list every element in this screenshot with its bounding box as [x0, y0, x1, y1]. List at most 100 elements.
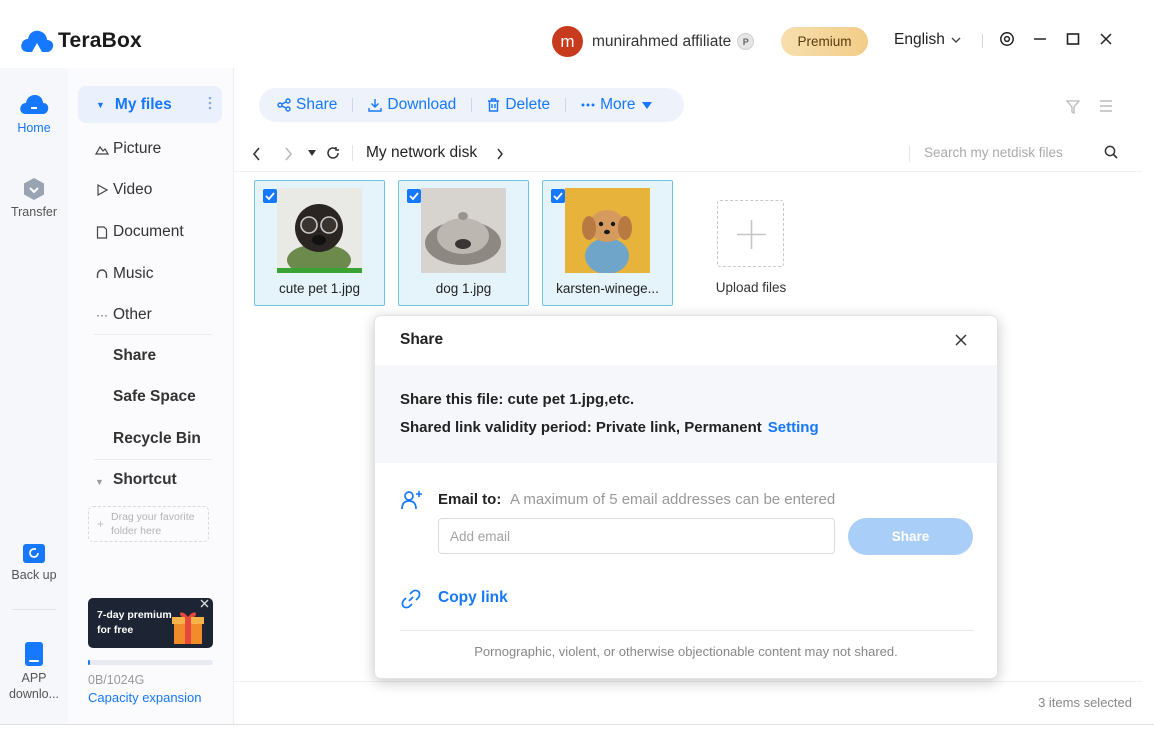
play-icon [97, 184, 109, 196]
back-arrow-icon[interactable] [252, 147, 261, 161]
sidebar-item-video[interactable]: Video [94, 181, 152, 199]
validity-line: Shared link validity period: Private lin… [400, 419, 819, 436]
sidebar-item-other[interactable]: ··· Other [94, 306, 152, 324]
checkmark-icon [553, 192, 563, 201]
file-card[interactable]: dog 1.jpg [398, 180, 529, 306]
rail-transfer[interactable]: Transfer [0, 176, 68, 219]
settings-button[interactable] [998, 30, 1016, 48]
user-menu[interactable]: m munirahmed affiliate P [552, 26, 755, 57]
file-checkbox[interactable] [551, 189, 565, 203]
search-input[interactable] [924, 140, 1104, 164]
sidebar-item-my-files[interactable]: ▼ My files [78, 86, 222, 123]
path-divider [352, 145, 353, 161]
title-divider [982, 34, 983, 48]
maximize-button[interactable] [1064, 30, 1082, 48]
delete-label: Delete [505, 96, 551, 113]
chevron-down-icon [951, 37, 961, 43]
settings-icon [1000, 32, 1014, 46]
rail-backup-label: Back up [11, 568, 57, 582]
phone-icon [25, 642, 43, 666]
username[interactable]: munirahmed affiliate [592, 33, 731, 51]
list-view-icon[interactable] [1099, 100, 1113, 112]
premium-promo-banner[interactable]: 7-day premium for free [88, 598, 213, 648]
file-card[interactable]: karsten-winege... [542, 180, 673, 306]
chevron-right-icon[interactable] [496, 148, 504, 160]
rail-backup[interactable]: Back up [0, 541, 68, 582]
sidebar-item-safe-space[interactable]: Safe Space [113, 388, 196, 406]
promo-line-1: 7-day premium [97, 609, 172, 621]
close-window-button[interactable] [1097, 30, 1115, 48]
minimize-button[interactable] [1031, 30, 1049, 48]
expand-triangle-icon: ▼ [96, 99, 105, 110]
download-label: Download [387, 96, 457, 113]
search-icon[interactable] [1104, 145, 1118, 159]
setting-link[interactable]: Setting [768, 419, 819, 436]
more-button[interactable]: More [581, 96, 657, 114]
vertical-dots-icon[interactable] [208, 96, 212, 110]
file-checkbox[interactable] [407, 189, 421, 203]
file-checkbox[interactable] [263, 189, 277, 203]
toolbar-divider [352, 98, 354, 112]
membership-badge: P [737, 33, 755, 50]
title-bar: TeraBox m munirahmed affiliate P Premium… [0, 0, 1154, 68]
close-dialog-icon[interactable] [955, 334, 967, 346]
shortcut-triangle-icon[interactable]: ▼ [95, 477, 104, 487]
pug-photo-thumbnail [277, 188, 362, 273]
rail-app-download[interactable]: APP downlo... [0, 641, 68, 702]
promo-text: 7-day premium for free [97, 608, 172, 638]
close-promo-icon[interactable] [200, 599, 209, 608]
view-options [1066, 100, 1113, 114]
shortcut-drop-zone[interactable]: + Drag your favorite folder here [88, 506, 209, 542]
capacity-expansion-link[interactable]: Capacity expansion [88, 690, 201, 705]
breadcrumb-current[interactable]: My network disk [366, 144, 477, 162]
upload-files-button[interactable] [717, 200, 784, 267]
avatar[interactable]: m [552, 26, 583, 57]
email-hint: A maximum of 5 email addresses can be en… [510, 491, 836, 508]
plus-icon: + [97, 517, 105, 531]
headphones-icon [96, 269, 108, 278]
share-toolbar-button[interactable]: Share [277, 96, 337, 114]
dialog-title: Share [400, 331, 444, 348]
caret-down-icon [642, 101, 653, 109]
rail-app-label: APP [21, 671, 47, 685]
sidebar-item-music[interactable]: Music [94, 265, 153, 283]
file-card[interactable]: cute pet 1.jpg [254, 180, 385, 306]
minimize-icon [1034, 38, 1046, 40]
language-selector[interactable]: English [894, 31, 961, 49]
toolbar-divider [471, 98, 473, 112]
path-bar: My network disk [234, 138, 1142, 172]
upload-files-label[interactable]: Upload files [704, 280, 798, 295]
rail-home[interactable]: Home [0, 92, 68, 135]
refresh-icon[interactable] [326, 146, 340, 160]
app-name: TeraBox [58, 29, 142, 52]
sidebar-item-picture[interactable]: Picture [94, 140, 161, 158]
selection-status: 3 items selected [1038, 695, 1132, 710]
file-name: dog 1.jpg [435, 281, 492, 296]
filter-icon[interactable] [1066, 100, 1080, 114]
copy-link-button[interactable]: Copy link [438, 589, 508, 607]
sidebar-item-share[interactable]: Share [113, 347, 156, 365]
rail-divider [12, 609, 56, 610]
validity-text: Shared link validity period: Private lin… [400, 419, 762, 436]
sidebar-item-shortcut[interactable]: Shortcut [113, 471, 177, 489]
sidebar-item-document[interactable]: Document [94, 223, 184, 241]
send-share-button[interactable]: Share [848, 518, 973, 555]
download-button[interactable]: Download [368, 96, 456, 114]
forward-arrow-icon[interactable] [284, 147, 293, 161]
delete-button[interactable]: Delete [487, 96, 550, 114]
sidebar-item-label: Music [113, 265, 154, 282]
capacity-progress-bar [88, 660, 213, 665]
email-input[interactable] [438, 518, 835, 554]
gift-box-icon [172, 612, 204, 644]
add-user-icon [401, 491, 422, 510]
rail-download-label: downlo... [8, 687, 60, 701]
window-bottom-border [0, 724, 1154, 725]
language-label: English [894, 31, 945, 48]
sidebar-item-recycle-bin[interactable]: Recycle Bin [113, 430, 201, 448]
share-file-line: Share this file: cute pet 1.jpg,etc. [400, 391, 635, 408]
transfer-icon [24, 178, 44, 200]
history-dropdown-icon[interactable] [308, 150, 316, 156]
dialog-divider [400, 630, 973, 631]
capacity-progress-fill [88, 660, 90, 665]
premium-button[interactable]: Premium [781, 27, 868, 56]
